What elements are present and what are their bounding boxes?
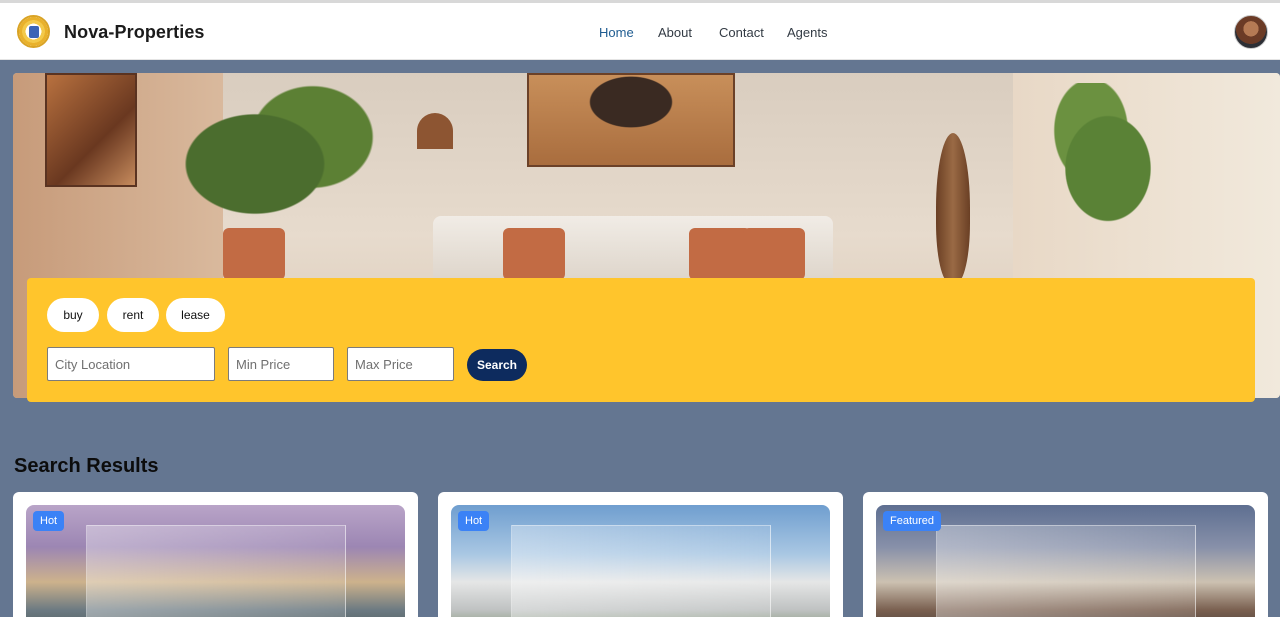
property-photo[interactable]: Featured: [876, 505, 1255, 617]
min-price-input[interactable]: [228, 347, 334, 381]
mode-rent-button[interactable]: rent: [107, 298, 159, 332]
status-badge: Hot: [33, 511, 65, 531]
property-card[interactable]: Hot: [438, 492, 843, 617]
decor-vase: [936, 133, 970, 283]
status-badge: Hot: [458, 511, 490, 531]
main-nav: Home About Contact Agents: [0, 25, 1280, 41]
mode-lease-button[interactable]: lease: [166, 298, 225, 332]
max-price-input[interactable]: [347, 347, 454, 381]
status-badge: Featured: [883, 511, 942, 531]
property-card[interactable]: Featured: [863, 492, 1268, 617]
nav-link-agents[interactable]: Agents: [787, 25, 827, 40]
user-avatar[interactable]: [1234, 15, 1268, 49]
navbar: Nova-Properties Home About Contact Agent…: [0, 3, 1280, 60]
nav-link-about[interactable]: About: [658, 25, 692, 40]
plant-right: [1023, 83, 1193, 273]
nav-link-contact[interactable]: Contact: [719, 25, 764, 40]
wall-art-left: [45, 73, 137, 187]
nav-link-home[interactable]: Home: [599, 25, 634, 40]
property-card[interactable]: Hot: [13, 492, 418, 617]
wall-art-center: [527, 73, 735, 167]
search-button[interactable]: Search: [467, 349, 527, 381]
property-photo[interactable]: Hot: [451, 505, 830, 617]
mode-buy-button[interactable]: buy: [47, 298, 99, 332]
property-photo[interactable]: Hot: [26, 505, 405, 617]
floor-lamp: [417, 113, 453, 149]
city-location-input[interactable]: [47, 347, 215, 381]
section-title: Search Results: [14, 455, 159, 477]
search-panel: buy rent lease Search: [27, 278, 1255, 402]
